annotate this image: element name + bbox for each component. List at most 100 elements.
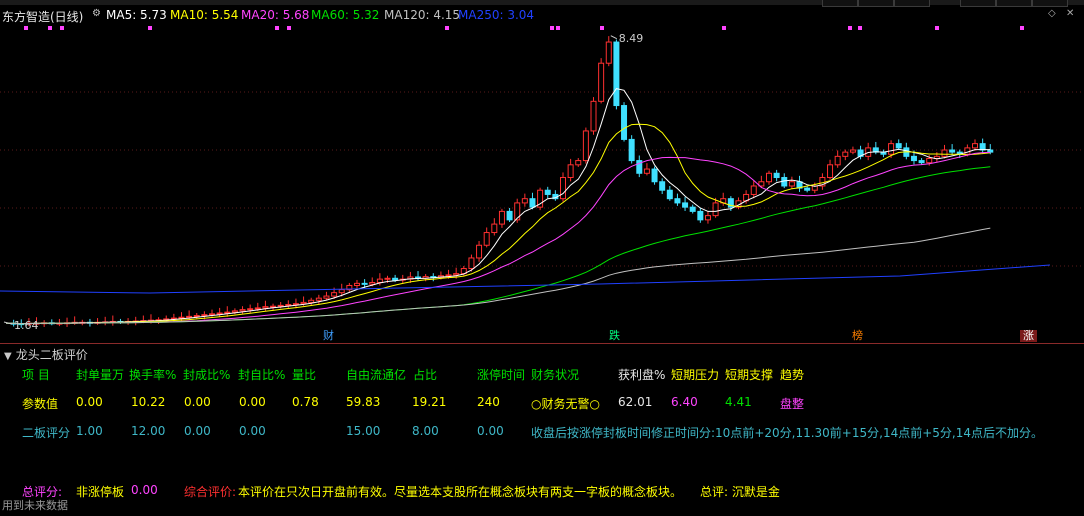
candle	[582, 130, 589, 162]
header-resistance: 短期压力	[671, 368, 720, 382]
toolbar-button-5[interactable]	[996, 0, 1032, 7]
header-share: 占比	[413, 368, 438, 382]
candle	[949, 149, 956, 153]
candle	[712, 202, 719, 217]
event-tag-rise[interactable]: 涨	[1020, 330, 1037, 342]
candle	[476, 244, 483, 259]
candle	[254, 307, 261, 310]
candle	[285, 304, 292, 307]
ma20-label: MA20: 5.68	[241, 8, 310, 22]
candle	[453, 273, 460, 276]
candle	[651, 168, 658, 183]
candle	[987, 149, 994, 153]
ma-legend: 东方智造(日线) ⚙ MA5: 5.73 MA10: 5.54 MA20: 5.…	[0, 8, 1084, 26]
candle	[308, 299, 315, 303]
candle	[567, 164, 574, 179]
score-value: 0.00	[477, 424, 504, 438]
candle	[704, 215, 711, 221]
candle	[834, 155, 841, 166]
ma250-line	[0, 264, 1051, 294]
toolbar-button-1[interactable]	[822, 0, 858, 7]
candle	[621, 105, 628, 140]
event-tag-list[interactable]: 榜	[849, 330, 866, 342]
high-price-label: 8.49	[619, 32, 644, 45]
candle	[201, 314, 208, 317]
ma250-label: MA250: 3.04	[458, 8, 535, 22]
header-volume-ratio: 量比	[292, 368, 317, 382]
panel-divider	[0, 343, 1084, 344]
footer-note: 用到未来数据	[2, 499, 68, 512]
candle	[186, 315, 193, 318]
toolbar-button-2[interactable]	[858, 0, 894, 7]
ma5-line	[5, 88, 991, 325]
finance-status: ○财务无警○	[531, 397, 600, 411]
param-value: 10.22	[131, 395, 166, 409]
param-value: 0.78	[292, 395, 319, 409]
param-value: 0.00	[76, 395, 103, 409]
event-tag-drop[interactable]: 跌	[606, 330, 623, 342]
candle	[292, 303, 299, 306]
param-value: 240	[477, 395, 500, 409]
header-seal-self-ratio: 封自比%	[238, 368, 286, 382]
candle	[842, 151, 849, 157]
candle	[628, 138, 635, 162]
header-limit-time: 涨停时间	[477, 368, 526, 382]
candle	[491, 223, 498, 234]
collapse-triangle-icon[interactable]: ▼	[4, 351, 12, 362]
ma120-line	[5, 227, 991, 325]
candle	[605, 41, 612, 64]
total-status: 非涨停板	[76, 485, 125, 499]
header-profit: 获利盘%	[618, 368, 666, 382]
candle	[666, 189, 673, 200]
param-value: 19.21	[412, 395, 447, 409]
candle	[300, 301, 307, 305]
collapse-diamond-icon[interactable]: ◇	[1048, 8, 1056, 19]
toolbar-button-4[interactable]	[960, 0, 996, 7]
candle	[613, 41, 620, 107]
candle	[529, 198, 536, 208]
param-label: 参数值	[22, 397, 59, 411]
candle	[979, 143, 986, 151]
candle	[209, 313, 216, 316]
candle	[239, 309, 246, 312]
param-row: 参数值 0.00 10.22 0.00 0.00 0.78 59.83 19.2…	[0, 395, 1084, 411]
candle	[773, 172, 780, 179]
header-seal-volume: 封单量万	[76, 368, 125, 382]
candle	[262, 306, 269, 309]
candle	[178, 316, 185, 319]
param-value: 0.00	[184, 395, 211, 409]
param-value: 0.00	[239, 395, 266, 409]
header-support: 短期支撑	[725, 368, 774, 382]
candle	[972, 143, 979, 149]
candle	[643, 168, 650, 174]
candle	[384, 277, 391, 280]
score-value: 0.00	[239, 424, 266, 438]
low-price-label: 1.64	[14, 319, 39, 332]
close-icon[interactable]: ✕	[1066, 8, 1074, 19]
candle	[483, 232, 490, 246]
candle	[659, 181, 666, 191]
candlestick-chart[interactable]: 8.49 1.64	[0, 28, 1084, 333]
header-item: 项 目	[22, 368, 50, 382]
candle	[315, 297, 322, 301]
candle	[521, 198, 528, 204]
event-tag-finance[interactable]: 财	[320, 330, 337, 342]
candle	[918, 160, 925, 164]
candle	[506, 210, 513, 221]
score-value: 0.00	[184, 424, 211, 438]
toolbar-button-3[interactable]	[894, 0, 930, 7]
panel-title: ▼ 龙头二板评价	[4, 346, 88, 363]
candle	[926, 157, 933, 164]
support-value: 4.41	[725, 395, 752, 409]
header-finance: 财务状况	[531, 368, 580, 382]
candle	[353, 282, 360, 286]
profit-value: 62.01	[618, 395, 653, 409]
stock-title[interactable]: 东方智造(日线)	[2, 8, 83, 25]
ma60-label: MA60: 5.32	[311, 8, 380, 22]
candle	[231, 310, 238, 313]
candle	[910, 155, 917, 162]
comprehensive-text: 本评价在只次日开盘前有效。尽量选本支股所在概念板块有两支一字板的概念板块。	[238, 485, 683, 499]
toolbar-button-6[interactable]	[1032, 0, 1068, 7]
candle	[788, 181, 795, 187]
settings-gear-icon[interactable]: ⚙	[92, 8, 101, 19]
